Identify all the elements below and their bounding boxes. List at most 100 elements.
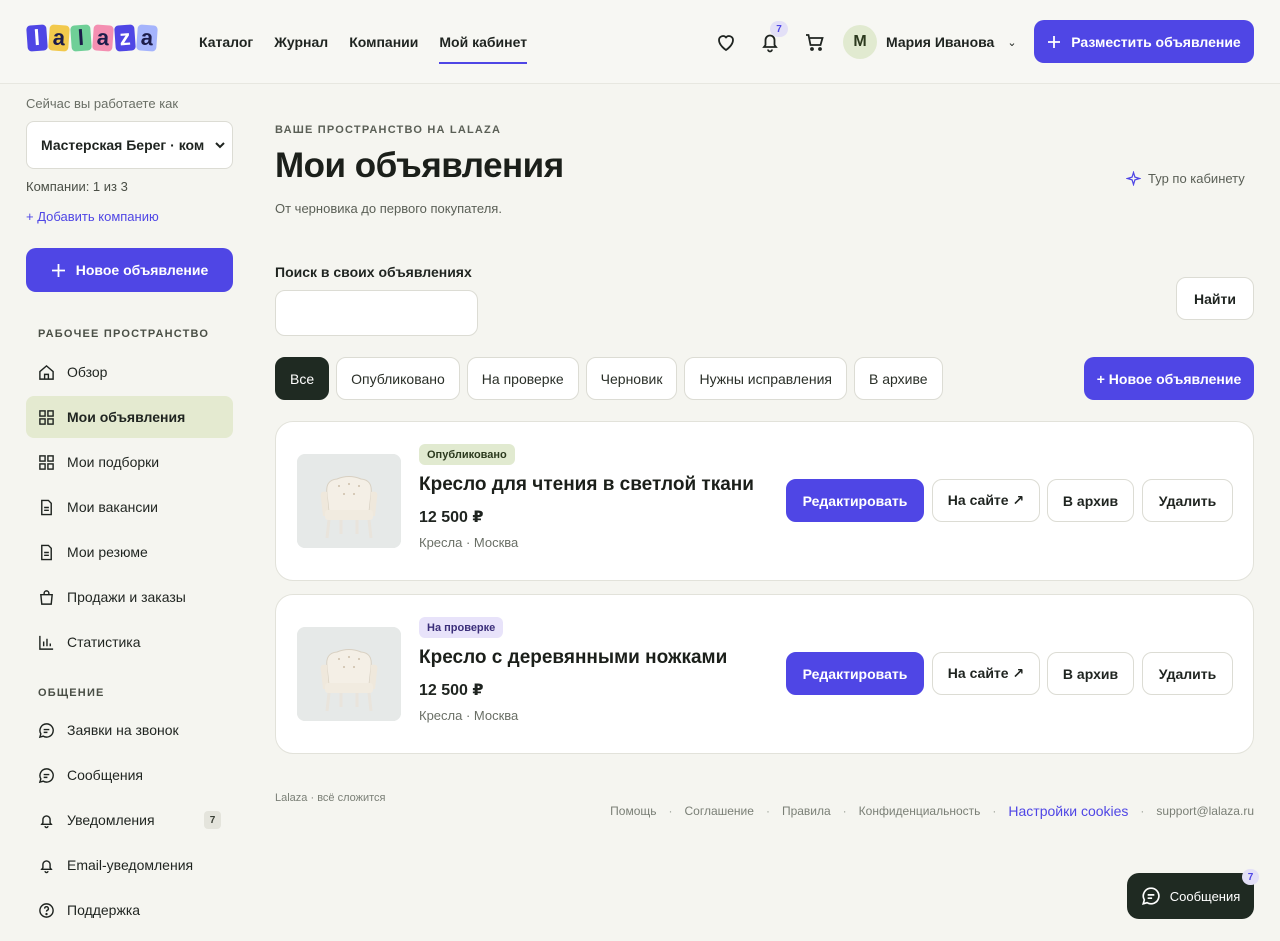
chat-icon — [38, 767, 54, 783]
sidebar-item-collections[interactable]: Мои подборки — [26, 441, 233, 483]
footer-email[interactable]: support@lalaza.ru — [1156, 804, 1254, 818]
sidebar-item-overview[interactable]: Обзор — [26, 351, 233, 393]
footer-link-rules[interactable]: Правила — [782, 804, 831, 818]
sidebar-item-label: Поддержка — [67, 902, 141, 918]
sidebar-new-ad-label: Новое объявление — [75, 262, 209, 278]
help-icon — [39, 902, 54, 918]
sidebar-item-vacancies[interactable]: Мои вакансии — [26, 486, 233, 528]
listing-title[interactable]: Кресло для чтения в светлой ткани — [419, 474, 754, 496]
nav-journal[interactable]: Журнал — [274, 0, 328, 84]
grid-icon — [39, 454, 54, 470]
nav-catalog[interactable]: Каталог — [199, 0, 253, 84]
chevron-down-icon: ⌄ — [1007, 36, 1017, 49]
sidebar-item-notifications[interactable]: Уведомления 7 — [26, 799, 233, 841]
sidebar-item-messages[interactable]: Сообщения — [26, 754, 233, 796]
add-company-link[interactable]: + Добавить компанию — [26, 209, 159, 224]
filter-published[interactable]: Опубликовано — [336, 357, 460, 400]
sidebar-new-ad-button[interactable]: Новое объявление — [26, 248, 233, 292]
footer-link-help[interactable]: Помощь — [610, 804, 656, 818]
archive-button[interactable]: В архив — [1047, 479, 1134, 522]
cart-icon[interactable] — [803, 30, 827, 54]
chart-icon — [39, 635, 54, 650]
edit-button[interactable]: Редактировать — [786, 652, 924, 695]
logo-letter: a — [92, 24, 114, 52]
company-count: Компании: 1 из 3 — [26, 179, 128, 194]
messages-fab[interactable]: Сообщения — [1127, 873, 1254, 919]
listing-price: 12 500 ₽ — [419, 682, 484, 699]
sidebar-item-my-ads[interactable]: Мои объявления — [26, 396, 233, 438]
cabinet-tour-link[interactable]: Тур по кабинету — [1126, 171, 1245, 186]
messages-fab-label: Сообщения — [1169, 888, 1241, 904]
workspace-section-title: РАБОЧЕЕ ПРОСТРАНСТВО — [38, 328, 210, 340]
notifications-count-badge: 7 — [204, 811, 221, 829]
sidebar-item-statistics[interactable]: Статистика — [26, 621, 233, 663]
chat-icon — [38, 722, 54, 738]
footer-separator: · — [1140, 804, 1145, 818]
new-ad-button[interactable]: + Новое объявление — [1084, 357, 1254, 400]
sidebar-item-sales[interactable]: Продажи и заказы — [26, 576, 233, 618]
sidebar-item-label: Обзор — [67, 364, 108, 380]
edit-button[interactable]: Редактировать — [786, 479, 924, 522]
page-subtitle: От черновика до первого покупателя. — [275, 201, 502, 216]
status-filters: Все Опубликовано На проверке Черновик Ну… — [275, 357, 943, 400]
top-header: lalaza Каталог Журнал Компании Мой кабин… — [0, 0, 1280, 84]
messages-badge: 7 — [1242, 869, 1259, 885]
sidebar-item-label: Мои резюме — [67, 544, 148, 560]
filter-draft[interactable]: Черновик — [585, 357, 678, 400]
sidebar-item-resumes[interactable]: Мои резюме — [26, 531, 233, 573]
tour-label: Тур по кабинету — [1148, 171, 1245, 186]
user-menu[interactable]: М Мария Иванова ⌄ — [843, 25, 1017, 59]
footer-link-privacy[interactable]: Конфиденциальность — [859, 804, 981, 818]
sidebar-item-label: Email-уведомления — [67, 857, 194, 873]
notifications-badge: 7 — [770, 21, 788, 37]
listing-title[interactable]: Кресло с деревянными ножками — [419, 647, 727, 669]
main-nav: Каталог Журнал Компании Мой кабинет — [199, 0, 527, 84]
bag-icon — [40, 589, 53, 605]
heart-icon[interactable] — [714, 30, 738, 54]
view-on-site-button[interactable]: На сайте ↗ — [932, 652, 1040, 695]
search-input[interactable] — [275, 290, 478, 336]
sidebar-item-call-requests[interactable]: Заявки на звонок — [26, 709, 233, 751]
post-ad-label: Разместить объявление — [1071, 33, 1241, 50]
filter-review[interactable]: На проверке — [466, 357, 579, 400]
working-as-label: Сейчас вы работаете как — [26, 96, 179, 111]
status-badge: Опубликовано — [419, 444, 515, 465]
listing-meta: Кресла · Москва — [419, 535, 519, 550]
listing-image[interactable] — [297, 454, 401, 548]
footer-link-cookies[interactable]: Настройки cookies — [1008, 803, 1128, 819]
sidebar-item-email-notifications[interactable]: Email-уведомления — [26, 844, 233, 886]
sidebar-item-support[interactable]: Поддержка — [26, 889, 233, 931]
lalaza-logo[interactable]: lalaza — [26, 24, 158, 52]
bell-icon — [40, 814, 53, 828]
filter-archive[interactable]: В архиве — [853, 357, 943, 400]
delete-button[interactable]: Удалить — [1142, 479, 1233, 522]
sidebar-item-label: Мои подборки — [67, 454, 160, 470]
sidebar-item-label: Уведомления — [67, 812, 155, 828]
communication-section-title: ОБЩЕНИЕ — [38, 687, 105, 699]
sidebar-item-label: Сообщения — [67, 767, 143, 783]
filter-all[interactable]: Все — [275, 357, 330, 400]
listing-image[interactable] — [297, 627, 401, 721]
footer-link-agreement[interactable]: Соглашение — [685, 804, 754, 818]
bell-icon — [40, 859, 53, 873]
filter-needs-fix[interactable]: Нужны исправления — [684, 357, 847, 400]
post-ad-button[interactable]: Разместить объявление — [1034, 20, 1254, 63]
delete-button[interactable]: Удалить — [1142, 652, 1233, 695]
view-on-site-button[interactable]: На сайте ↗ — [932, 479, 1040, 522]
chevron-down-icon — [215, 142, 225, 149]
footer-separator: · — [842, 804, 847, 818]
footer-separator: · — [668, 804, 673, 818]
archive-button[interactable]: В архив — [1047, 652, 1134, 695]
logo-letter: a — [136, 24, 158, 52]
page-eyebrow: ВАШЕ ПРОСТРАНСТВО НА LALAZA — [275, 124, 502, 136]
company-select[interactable]: Мастерская Берег · ком — [26, 121, 233, 169]
sparkle-icon — [1126, 171, 1141, 186]
footer-separator: · — [992, 804, 997, 818]
nav-my-cabinet[interactable]: Мой кабинет — [439, 0, 527, 84]
footer-brand: Lalaza · всё сложится — [275, 792, 386, 804]
avatar: М — [843, 25, 877, 59]
plus-icon — [51, 263, 65, 277]
listing-meta: Кресла · Москва — [419, 708, 519, 723]
nav-companies[interactable]: Компании — [349, 0, 418, 84]
find-button[interactable]: Найти — [1176, 277, 1254, 320]
